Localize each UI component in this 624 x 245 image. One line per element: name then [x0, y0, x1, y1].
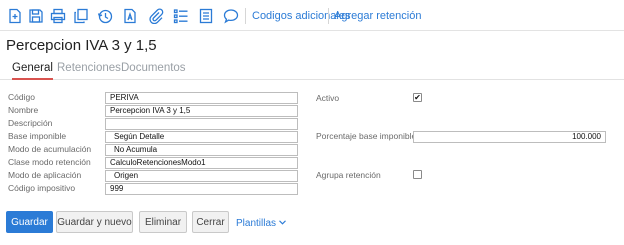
tab-documentos[interactable]: Documentos	[121, 62, 186, 78]
modo-aplicacion-label: Modo de aplicación	[8, 170, 82, 180]
guardar-y-nuevo-button[interactable]: Guardar y nuevo	[56, 211, 133, 233]
modo-aplicacion-select[interactable]: Origen	[105, 170, 298, 182]
modo-acumulacion-label: Modo de acumulación	[8, 144, 92, 154]
clase-modo-retencion-field[interactable]: CalculoRetencionesModo1	[105, 157, 298, 169]
nombre-field[interactable]: Percepcion IVA 3 y 1,5	[105, 105, 298, 117]
chevron-down-icon	[279, 217, 286, 228]
guardar-button[interactable]: Guardar	[6, 211, 53, 233]
descripcion-field[interactable]	[105, 118, 298, 130]
cerrar-button[interactable]: Cerrar	[192, 211, 229, 233]
porcentaje-base-field[interactable]: 100.000	[413, 131, 606, 143]
tab-bar: General Retenciones Documentos	[0, 60, 624, 80]
save-icon[interactable]	[27, 7, 45, 25]
plantillas-label: Plantillas	[236, 218, 277, 229]
eliminar-button[interactable]: Eliminar	[139, 211, 187, 233]
codigo-impositivo-field[interactable]: 999	[105, 183, 298, 195]
toolbar-separator	[245, 8, 246, 24]
codigo-impositivo-label: Código impositivo	[8, 183, 76, 193]
document-icon[interactable]	[197, 7, 215, 25]
attachment-icon[interactable]	[147, 7, 165, 25]
modo-acumulacion-select[interactable]: No Acumula	[105, 144, 298, 156]
porcentaje-base-label: Porcentaje base imponible	[316, 131, 417, 141]
activo-label: Activo	[316, 93, 340, 103]
base-imponible-select[interactable]: Según Detalle	[105, 131, 298, 143]
codigo-field[interactable]: PERIVA	[105, 92, 298, 104]
tab-retenciones[interactable]: Retenciones	[57, 62, 121, 78]
toolbar-separator	[328, 8, 329, 24]
new-document-icon[interactable]	[6, 7, 24, 25]
history-icon[interactable]	[96, 7, 114, 25]
page-title: Percepcion IVA 3 y 1,5	[6, 37, 157, 54]
codigo-label: Código	[8, 92, 35, 102]
toolbar: Codigos adicionales Agregar retención	[0, 0, 624, 31]
activo-checkbox[interactable]: ✔	[413, 93, 422, 102]
agregar-retencion-link[interactable]: Agregar retención	[334, 10, 421, 22]
plantillas-dropdown[interactable]: Plantillas	[236, 217, 286, 229]
clase-modo-retencion-label: Clase modo retención	[8, 157, 91, 167]
text-document-icon[interactable]	[121, 7, 139, 25]
copy-icon[interactable]	[72, 7, 90, 25]
descripcion-label: Descripción	[8, 118, 53, 128]
print-icon[interactable]	[49, 7, 67, 25]
list-icon[interactable]	[172, 7, 190, 25]
tab-general[interactable]: General	[12, 62, 53, 80]
base-imponible-label: Base imponible	[8, 131, 67, 141]
agrupa-retencion-label: Agrupa retención	[316, 170, 381, 180]
comment-icon[interactable]	[222, 7, 240, 25]
agrupa-retencion-checkbox[interactable]	[413, 170, 422, 179]
nombre-label: Nombre	[8, 105, 39, 115]
